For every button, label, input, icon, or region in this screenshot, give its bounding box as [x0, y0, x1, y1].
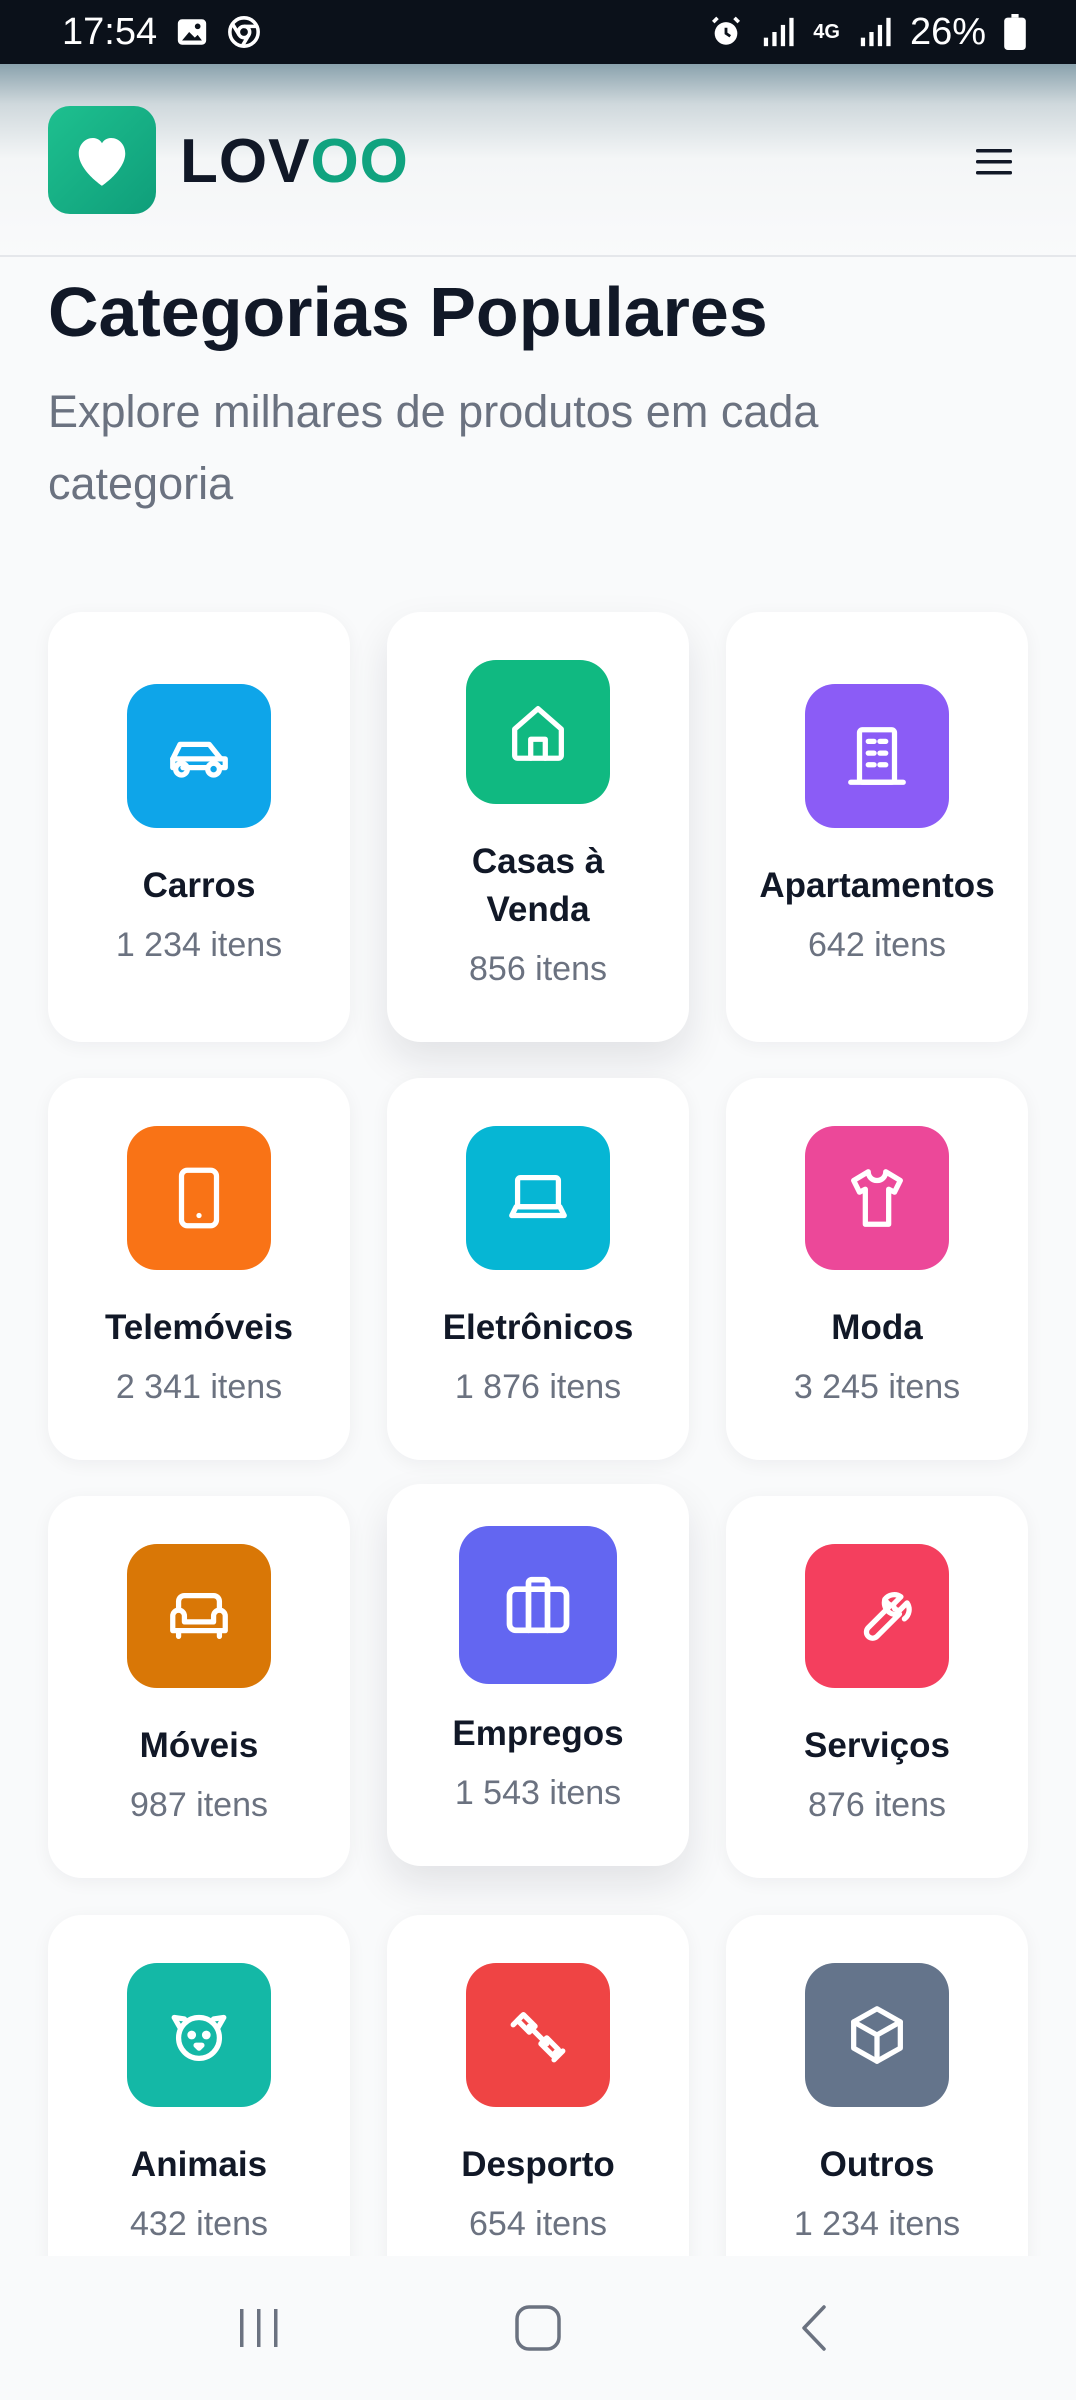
category-count: 987 itens	[130, 1786, 268, 1824]
category-count: 1 543 itens	[454, 1774, 622, 1812]
category-card-carros[interactable]: Carros 1 234 itens	[48, 612, 350, 1042]
car-icon	[127, 684, 271, 828]
home-square-icon	[515, 2305, 561, 2351]
phone-icon	[127, 1126, 271, 1270]
status-time: 17:54	[62, 10, 158, 53]
category-card-telemoveis[interactable]: Telemóveis 2 341 itens	[48, 1078, 350, 1460]
category-name: Animais	[130, 2145, 268, 2184]
category-name: Empregos	[452, 1714, 624, 1753]
category-name: Serviços	[804, 1726, 950, 1765]
building-icon	[805, 684, 949, 828]
hamburger-icon	[976, 149, 1012, 175]
category-name: Desporto	[461, 2145, 615, 2184]
category-card-desporto[interactable]: Desporto 654 itens	[387, 1915, 689, 2297]
category-card-moda[interactable]: Moda 3 245 itens	[726, 1078, 1028, 1460]
category-card-empregos[interactable]: Empregos 1 543 itens	[387, 1484, 689, 1866]
sofa-icon	[127, 1544, 271, 1688]
alarm-icon	[709, 15, 743, 49]
category-card-animais[interactable]: Animais 432 itens	[48, 1915, 350, 2297]
category-count: 2 341 itens	[115, 1368, 283, 1406]
network-type: 4G	[813, 20, 840, 43]
category-count: 3 245 itens	[793, 1368, 961, 1406]
logo-heart-icon[interactable]	[48, 106, 156, 214]
back-button[interactable]	[757, 2278, 877, 2378]
signal-icon	[858, 15, 892, 49]
category-count: 642 itens	[808, 926, 946, 964]
category-name: Casas à Venda	[471, 842, 605, 929]
battery-icon	[1004, 14, 1026, 50]
recent-apps-icon	[240, 2309, 278, 2347]
category-card-eletronicos[interactable]: Eletrônicos 1 876 itens	[387, 1078, 689, 1460]
page-title: Categorias Populares	[48, 273, 768, 351]
category-name: Telemóveis	[104, 1308, 294, 1347]
category-card-casas[interactable]: Casas à Venda 856 itens	[387, 612, 689, 1042]
page-subtitle: Explore milhares de produtos em cada cat…	[48, 386, 819, 509]
category-name: Eletrônicos	[442, 1308, 634, 1347]
dog-icon	[127, 1963, 271, 2107]
briefcase-icon	[459, 1526, 617, 1684]
category-name: Carros	[142, 866, 256, 905]
menu-button[interactable]	[962, 134, 1026, 190]
category-name: Outros	[819, 2145, 935, 2184]
category-count: 856 itens	[469, 950, 607, 988]
battery-percent: 26%	[909, 10, 986, 53]
category-name: Móveis	[139, 1726, 259, 1765]
category-card-moveis[interactable]: Móveis 987 itens	[48, 1496, 350, 1878]
house-icon	[466, 660, 610, 804]
wrench-icon	[805, 1544, 949, 1688]
category-card-apartamentos[interactable]: Apartamentos 642 itens	[726, 612, 1028, 1042]
category-count: 876 itens	[808, 1786, 946, 1824]
category-name: Apartamentos	[759, 866, 995, 905]
home-button[interactable]	[478, 2278, 598, 2378]
category-count: 1 234 itens	[115, 926, 283, 964]
category-card-servicos[interactable]: Serviços 876 itens	[726, 1496, 1028, 1878]
category-name: Moda	[831, 1308, 923, 1347]
recent-apps-button[interactable]	[199, 2278, 319, 2378]
category-card-outros[interactable]: Outros 1 234 itens	[726, 1915, 1028, 2297]
status-bar: 17:54 4G 26%	[0, 0, 1076, 64]
dumbbell-icon	[466, 1963, 610, 2107]
gallery-icon	[175, 15, 209, 49]
laptop-icon	[466, 1126, 610, 1270]
category-count: 1 876 itens	[454, 1368, 622, 1406]
logo-text-part2: OO	[310, 127, 409, 196]
category-count: 654 itens	[469, 2205, 607, 2243]
category-count: 1 234 itens	[793, 2205, 961, 2243]
system-navigation-bar	[0, 2256, 1076, 2400]
box-icon	[805, 1963, 949, 2107]
logo-wordmark[interactable]: LOVOO	[180, 126, 409, 197]
logo-text-part1: LOV	[180, 127, 311, 196]
app-header: LOVOO	[0, 64, 1076, 257]
chrome-icon	[227, 15, 261, 49]
signal-icon	[761, 15, 795, 49]
category-count: 432 itens	[130, 2205, 268, 2243]
back-chevron-icon	[801, 2305, 826, 2351]
shirt-icon	[805, 1126, 949, 1270]
